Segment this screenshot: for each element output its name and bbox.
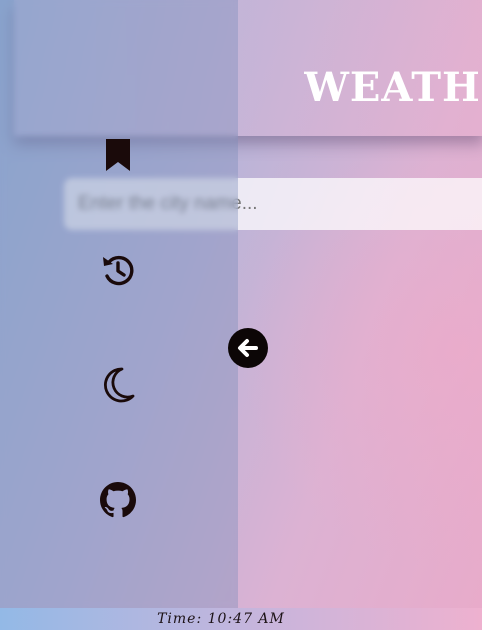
app-title: WEATHER bbox=[304, 64, 482, 111]
footer: Time: 10:47 AM bbox=[0, 608, 482, 630]
bookmark-icon bbox=[106, 139, 130, 171]
history-icon bbox=[103, 255, 134, 286]
arrow-left-icon bbox=[238, 339, 258, 357]
github-icon bbox=[100, 482, 136, 518]
sidebar-item-bookmarks[interactable] bbox=[99, 136, 137, 174]
sidebar-item-history[interactable] bbox=[99, 251, 137, 289]
sidebar bbox=[0, 0, 238, 608]
sidebar-item-dark-mode[interactable] bbox=[99, 366, 137, 404]
sidebar-collapse-button[interactable] bbox=[228, 328, 268, 368]
sidebar-item-github[interactable] bbox=[99, 481, 137, 519]
moon-icon bbox=[103, 367, 135, 403]
current-time: Time: 10:47 AM bbox=[157, 611, 285, 627]
